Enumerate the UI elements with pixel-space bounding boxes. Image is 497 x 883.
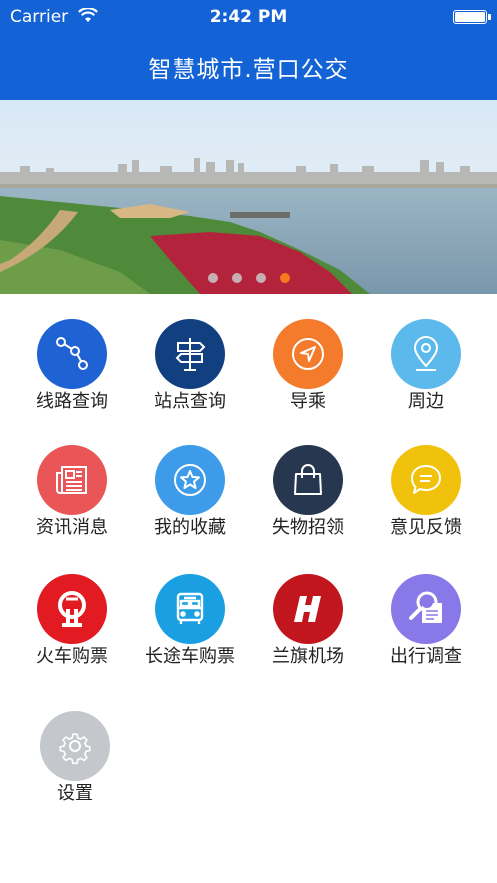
- carousel-dot[interactable]: [207, 273, 218, 283]
- survey-magnifier-icon: [391, 574, 461, 644]
- menu-item-label: 线路查询: [36, 391, 108, 412]
- signpost-icon: [155, 319, 225, 389]
- menu-item-label: 资讯消息: [36, 517, 108, 538]
- bag-icon: [273, 445, 343, 515]
- carousel-dot[interactable]: [231, 273, 242, 283]
- location-pin-icon: [391, 319, 461, 389]
- carousel-dot[interactable]: [255, 273, 266, 283]
- menu-item-label: 火车购票: [36, 646, 108, 667]
- menu-item-travel-survey[interactable]: 出行调查: [367, 574, 485, 684]
- menu-item-label: 导乘: [290, 391, 326, 412]
- menu-item-label: 设置: [57, 783, 93, 804]
- menu-item-label: 意见反馈: [390, 517, 462, 538]
- menu-item-route-query[interactable]: 线路查询: [13, 319, 131, 429]
- banner-image: [0, 100, 497, 294]
- menu-item-guide[interactable]: 导乘: [249, 319, 367, 429]
- compass-icon: [273, 319, 343, 389]
- menu-item-train-ticket[interactable]: 火车购票: [13, 574, 131, 684]
- menu-item-lost-found[interactable]: 失物招领: [249, 445, 367, 555]
- menu-item-label: 周边: [408, 391, 444, 412]
- battery-icon: [453, 10, 491, 24]
- menu-item-label: 兰旗机场: [272, 646, 344, 667]
- menu-item-label: 我的收藏: [154, 517, 226, 538]
- menu-item-news[interactable]: 资讯消息: [13, 445, 131, 555]
- carousel-indicator: [0, 273, 497, 283]
- menu-item-nearby[interactable]: 周边: [367, 319, 485, 429]
- menu-item-feedback[interactable]: 意见反馈: [367, 445, 485, 555]
- menu-item-settings[interactable]: 设置: [16, 711, 134, 821]
- banner-carousel[interactable]: [0, 100, 497, 294]
- feedback-bubble-icon: [391, 445, 461, 515]
- app-header: Carrier 2:42 PM 智慧城市.营口公交: [0, 0, 497, 100]
- menu-item-label: 失物招领: [272, 517, 344, 538]
- railway-logo-icon: [37, 574, 107, 644]
- menu-item-airport[interactable]: 兰旗机场: [249, 574, 367, 684]
- menu-item-favorites[interactable]: 我的收藏: [131, 445, 249, 555]
- carousel-dot-active[interactable]: [279, 273, 290, 283]
- star-icon: [155, 445, 225, 515]
- menu-item-label: 站点查询: [154, 391, 226, 412]
- menu-item-label: 出行调查: [390, 646, 462, 667]
- status-time: 2:42 PM: [209, 7, 288, 27]
- gear-icon: [40, 711, 110, 781]
- page-title: 智慧城市.营口公交: [148, 57, 349, 83]
- newspaper-icon: [37, 445, 107, 515]
- airport-logo-icon: [273, 574, 343, 644]
- menu-item-label: 长途车购票: [145, 646, 235, 667]
- menu-item-coach-ticket[interactable]: 长途车购票: [131, 574, 249, 684]
- route-icon: [37, 319, 107, 389]
- bus-icon: [155, 574, 225, 644]
- menu-item-stop-query[interactable]: 站点查询: [131, 319, 249, 429]
- status-bar: Carrier 2:42 PM: [0, 0, 497, 34]
